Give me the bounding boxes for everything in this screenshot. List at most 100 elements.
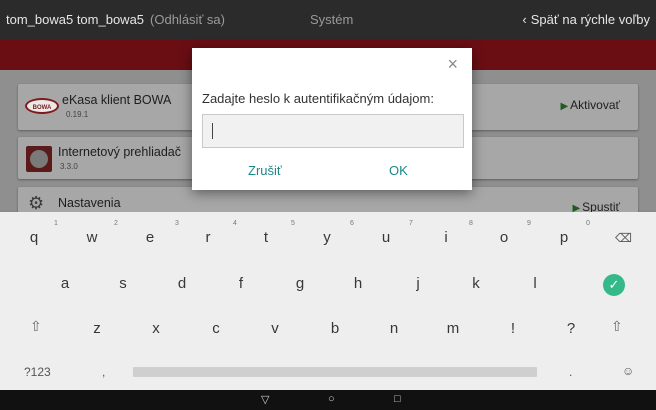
comma-key[interactable]: , bbox=[102, 365, 105, 379]
key-hint: 6 bbox=[350, 220, 354, 227]
key-label: o bbox=[499, 229, 509, 246]
shift-key-right[interactable]: ⇧ bbox=[611, 318, 623, 335]
key-z[interactable]: z bbox=[82, 320, 112, 337]
password-input[interactable] bbox=[202, 114, 464, 148]
user-info: tom_bowa5 tom_bowa5 (Odhlásiť sa) bbox=[6, 12, 225, 27]
key-hint: 0 bbox=[586, 220, 590, 227]
key-p[interactable]: p bbox=[549, 229, 579, 246]
key-label: v bbox=[271, 320, 279, 337]
key-j[interactable]: j bbox=[403, 275, 433, 292]
cancel-button[interactable]: Zrušiť bbox=[248, 163, 282, 178]
recents-nav-icon[interactable]: □ bbox=[394, 393, 401, 405]
key-label: f bbox=[238, 275, 244, 292]
key-l[interactable]: l bbox=[520, 275, 550, 292]
key-hint: 2 bbox=[114, 220, 118, 227]
key-label: q bbox=[29, 229, 39, 246]
key-i[interactable]: i bbox=[431, 229, 461, 246]
dialog-prompt: Zadajte heslo k autentifikačným údajom: bbox=[202, 91, 434, 106]
back-nav-icon[interactable]: ▽ bbox=[261, 393, 269, 406]
symbols-key[interactable]: ?123 bbox=[24, 365, 51, 379]
user-name: tom_bowa5 tom_bowa5 bbox=[6, 12, 145, 27]
key-label: n bbox=[389, 320, 399, 337]
key-label: u bbox=[381, 229, 391, 246]
shift-key-left[interactable]: ⇧ bbox=[30, 318, 42, 335]
key-label: r bbox=[205, 229, 211, 246]
key-hint: 3 bbox=[175, 220, 179, 227]
key-label: e bbox=[145, 229, 155, 246]
ok-button[interactable]: OK bbox=[389, 163, 408, 178]
key-label: ! bbox=[510, 320, 516, 337]
space-key[interactable] bbox=[133, 367, 537, 377]
key-label: y bbox=[323, 229, 331, 246]
emoji-icon[interactable]: ☺ bbox=[622, 364, 634, 378]
home-nav-icon[interactable]: ○ bbox=[328, 393, 335, 405]
key-label: m bbox=[446, 320, 460, 337]
play-icon: ▶ bbox=[560, 101, 569, 112]
on-screen-keyboard: q w e r t y u i o p ⌫ 1 2 3 4 5 6 7 8 9 … bbox=[0, 212, 656, 390]
bowa-logo-icon: BOWA bbox=[25, 98, 59, 114]
period-key[interactable]: . bbox=[569, 365, 572, 379]
close-icon[interactable]: × bbox=[447, 54, 458, 75]
key-label: s bbox=[119, 275, 127, 292]
key-hint: 4 bbox=[233, 220, 237, 227]
gear-icon: ⚙ bbox=[28, 193, 45, 213]
key-hint: 7 bbox=[409, 220, 413, 227]
key-m[interactable]: m bbox=[438, 320, 468, 337]
key-v[interactable]: v bbox=[260, 320, 290, 337]
key-s[interactable]: s bbox=[108, 275, 138, 292]
app-version: 0.19.1 bbox=[66, 110, 89, 119]
top-bar: tom_bowa5 tom_bowa5 (Odhlásiť sa) Systém … bbox=[0, 0, 656, 40]
backspace-key[interactable]: ⌫ bbox=[615, 231, 632, 245]
key-label: w bbox=[86, 229, 98, 246]
key-g[interactable]: g bbox=[285, 275, 315, 292]
key-hint: 9 bbox=[527, 220, 531, 227]
activate-button[interactable]: ▶ Aktivovať bbox=[560, 98, 620, 112]
key-f[interactable]: f bbox=[226, 275, 256, 292]
key-label: ? bbox=[566, 320, 576, 337]
key-n[interactable]: n bbox=[379, 320, 409, 337]
chevron-left-icon: ‹ bbox=[522, 12, 527, 27]
key-label: z bbox=[93, 320, 101, 337]
globe-icon bbox=[26, 146, 52, 172]
key-w[interactable]: w bbox=[77, 229, 107, 246]
key-label: b bbox=[330, 320, 340, 337]
key-label: l bbox=[533, 275, 537, 292]
key-t[interactable]: t bbox=[251, 229, 281, 246]
key-label: j bbox=[416, 275, 420, 292]
key-y[interactable]: y bbox=[312, 229, 342, 246]
key-b[interactable]: b bbox=[320, 320, 350, 337]
key-c[interactable]: c bbox=[201, 320, 231, 337]
key-d[interactable]: d bbox=[167, 275, 197, 292]
key-exclamation[interactable]: ! bbox=[498, 320, 528, 337]
key-hint: 8 bbox=[469, 220, 473, 227]
key-hint: 1 bbox=[54, 220, 58, 227]
key-label: h bbox=[353, 275, 363, 292]
key-o[interactable]: o bbox=[489, 229, 519, 246]
app-name: Nastavenia bbox=[58, 196, 121, 210]
back-label: Späť na rýchle voľby bbox=[530, 12, 650, 27]
key-label: d bbox=[177, 275, 187, 292]
key-label: p bbox=[559, 229, 569, 246]
key-label: x bbox=[152, 320, 160, 337]
app-name: eKasa klient BOWA bbox=[62, 93, 172, 107]
key-label: k bbox=[472, 275, 480, 292]
key-x[interactable]: x bbox=[141, 320, 171, 337]
page-title: Systém bbox=[310, 12, 354, 27]
text-cursor bbox=[212, 123, 213, 139]
key-h[interactable]: h bbox=[343, 275, 373, 292]
logout-link[interactable]: (Odhlásiť sa) bbox=[150, 12, 225, 27]
key-u[interactable]: u bbox=[371, 229, 401, 246]
key-label: c bbox=[212, 320, 220, 337]
key-q[interactable]: q bbox=[19, 229, 49, 246]
app-name: Internetový prehliadač bbox=[58, 145, 181, 159]
key-r[interactable]: r bbox=[193, 229, 223, 246]
key-label: t bbox=[263, 229, 269, 246]
back-to-quick-actions-link[interactable]: ‹ Späť na rýchle voľby bbox=[522, 12, 650, 27]
app-version: 3.3.0 bbox=[60, 162, 78, 171]
key-question[interactable]: ? bbox=[556, 320, 586, 337]
key-e[interactable]: e bbox=[135, 229, 165, 246]
key-label: i bbox=[444, 229, 448, 246]
key-a[interactable]: a bbox=[50, 275, 80, 292]
key-k[interactable]: k bbox=[461, 275, 491, 292]
enter-key[interactable]: ✓ bbox=[603, 274, 625, 296]
